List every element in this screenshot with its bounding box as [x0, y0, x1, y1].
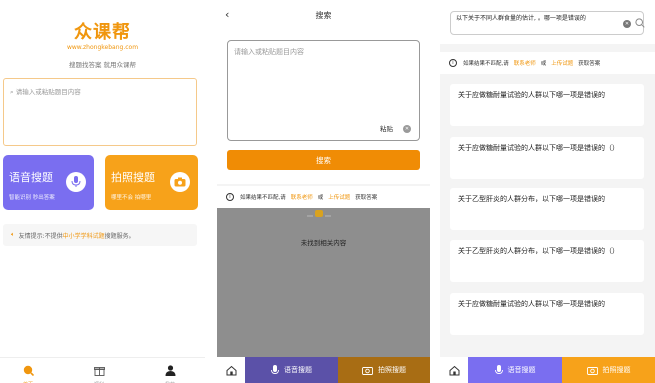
- microphone-icon: [271, 364, 279, 374]
- paste-button[interactable]: 粘贴: [380, 123, 393, 133]
- info-icon: i: [226, 193, 234, 201]
- result-item[interactable]: 关于应做糖耐量试验的人群以下哪一项是错误的: [450, 293, 644, 335]
- nav-bar: ‹ 搜索: [217, 0, 430, 30]
- results-header: 以下关于不同人群食量的估计, 。哪一项是错误的 ✕: [440, 0, 655, 44]
- tip-highlight: 中小学学科试题: [62, 232, 105, 240]
- mismatch-notice: i 如果结果不匹配,请 联系老师 或 上传试题 获取答案: [440, 52, 655, 74]
- empty-illustration-icon: [299, 208, 339, 222]
- voice-search-label: 语音搜题: [284, 366, 312, 374]
- screenshot-root: 众课帮 www.zhongkebang.com 搜题找答案 就用众课帮 ⌕ 请输…: [0, 0, 655, 383]
- photo-card-subtitle: 哪里不会 拍哪里: [111, 195, 152, 201]
- notice-or: 或: [540, 61, 547, 67]
- photo-search-label: 拍照搜题: [602, 366, 631, 374]
- home-screen: 众课帮 www.zhongkebang.com 搜题找答案 就用众课帮 ⌕ 请输…: [0, 0, 205, 383]
- gift-icon: [93, 367, 105, 376]
- notice-prefix: 如果结果不匹配,请: [240, 195, 286, 201]
- voice-search-button[interactable]: 语音搜题: [468, 357, 562, 383]
- search-screen: ‹ 搜索 请输入或粘贴题目内容 粘贴 ✕ 搜索 i 如果结果不匹配,请 联系老师…: [217, 0, 430, 383]
- upload-question-link[interactable]: 上传试题: [328, 193, 350, 201]
- info-icon: i: [449, 59, 457, 67]
- voice-card-subtitle: 智能识别 秒出答案: [9, 195, 55, 201]
- clear-icon[interactable]: ✕: [623, 20, 631, 28]
- tab-home[interactable]: 首页: [13, 361, 43, 383]
- notice-or: 或: [317, 195, 324, 201]
- tab-welfare[interactable]: 福利: [84, 361, 114, 383]
- result-item[interactable]: 关于乙型肝炎的人群分布，以下哪一项是错误的（）: [450, 240, 644, 282]
- user-icon: [165, 365, 175, 376]
- voice-search-card[interactable]: 语音搜题 智能识别 秒出答案: [3, 155, 94, 210]
- home-icon: [449, 365, 459, 375]
- question-input[interactable]: 请输入或粘贴题目内容 粘贴 ✕: [227, 40, 420, 141]
- search-icon: [23, 365, 34, 377]
- not-found-text: 未找到相关内容: [300, 239, 347, 247]
- microphone-icon: [66, 172, 86, 192]
- notice-suffix: 获取答案: [578, 61, 601, 67]
- home-icon: [226, 365, 236, 375]
- home-button[interactable]: [217, 357, 245, 383]
- tip-prefix: 友情提示:不提供: [18, 232, 63, 240]
- result-item[interactable]: 关于应做糖耐量试验的人群以下哪一项是错误的: [450, 84, 644, 126]
- app-logo: 众课帮: [74, 22, 131, 43]
- speaker-icon: 🔈︎: [11, 231, 15, 238]
- photo-search-card[interactable]: 拍照搜题 哪里不会 拍哪里: [105, 155, 198, 210]
- photo-card-title: 拍照搜题: [111, 171, 155, 184]
- friendly-tip: 🔈︎ 友情提示:不提供 中小学学科试题 搜题服务。: [3, 224, 197, 246]
- upload-question-link[interactable]: 上传试题: [551, 59, 573, 67]
- voice-search-button[interactable]: 语音搜题: [245, 357, 338, 383]
- search-icon: ⌕: [10, 88, 14, 96]
- photo-search-label: 拍照搜题: [378, 366, 406, 374]
- query-text: 以下关于不同人群食量的估计, 。哪一项是错误的: [456, 15, 586, 22]
- home-search-placeholder: ⌕ 请输入或粘贴题目内容: [10, 86, 81, 97]
- page-title: 搜索: [315, 11, 332, 20]
- search-button[interactable]: 搜索: [227, 150, 420, 170]
- camera-icon: [586, 366, 598, 375]
- camera-icon: [170, 172, 190, 192]
- result-item[interactable]: 关于乙型肝炎的人群分布，以下哪一项是错误的: [450, 188, 644, 230]
- voice-card-title: 语音搜题: [9, 171, 53, 184]
- home-button[interactable]: [440, 357, 468, 383]
- notice-suffix: 获取答案: [355, 195, 378, 201]
- photo-search-button[interactable]: 拍照搜题: [562, 357, 655, 383]
- contact-teacher-link[interactable]: 联系老师: [291, 193, 313, 201]
- question-placeholder: 请输入或粘贴题目内容: [234, 48, 304, 56]
- results-screen: 以下关于不同人群食量的估计, 。哪一项是错误的 ✕ i 如果结果不匹配,请 联系…: [440, 0, 655, 383]
- slogan: 搜题找答案 就用众课帮: [68, 61, 137, 69]
- photo-search-button[interactable]: 拍照搜题: [338, 357, 430, 383]
- tip-suffix: 搜题服务。: [104, 232, 135, 240]
- site-url: www.zhongkebang.com: [66, 44, 139, 51]
- tab-profile[interactable]: 我的: [155, 361, 185, 383]
- result-item[interactable]: 关于应做糖耐量试验的人群以下哪一项是错误的（）: [450, 137, 644, 179]
- bottom-action-bar: 语音搜题 拍照搜题: [440, 357, 655, 383]
- mismatch-notice: i 如果结果不匹配,请 联系老师 或 上传试题 获取答案: [217, 186, 430, 208]
- empty-result-overlay: 未找到相关内容: [217, 208, 430, 357]
- placeholder-text: 请输入或粘贴题目内容: [15, 88, 81, 96]
- microphone-icon: [494, 364, 503, 374]
- search-icon[interactable]: [635, 18, 645, 28]
- bottom-tab-bar: 首页 福利 我的: [0, 357, 205, 383]
- home-search-input[interactable]: ⌕ 请输入或粘贴题目内容: [3, 78, 197, 146]
- clear-icon[interactable]: ✕: [403, 125, 411, 133]
- bottom-action-bar: 语音搜题 拍照搜题: [217, 357, 430, 383]
- contact-teacher-link[interactable]: 联系老师: [514, 59, 536, 67]
- voice-search-label: 语音搜题: [507, 366, 536, 374]
- query-input[interactable]: 以下关于不同人群食量的估计, 。哪一项是错误的 ✕: [450, 11, 645, 35]
- camera-icon: [362, 366, 373, 375]
- search-form: 请输入或粘贴题目内容 粘贴 ✕ 搜索: [217, 30, 430, 184]
- notice-prefix: 如果结果不匹配,请: [463, 61, 509, 67]
